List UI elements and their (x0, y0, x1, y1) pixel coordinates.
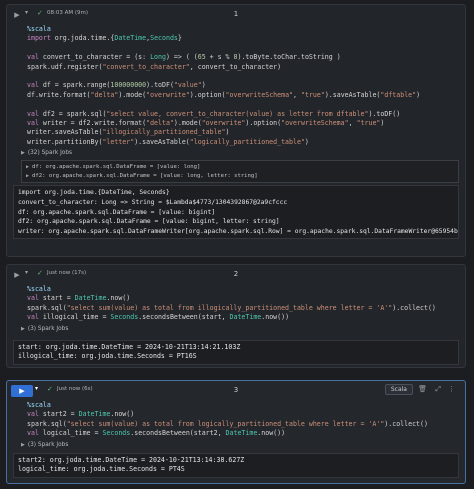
notebook-cell-1[interactable]: ▶ ▾ ✓ 08:03 AM (9m) 1 %scala import org.… (6, 4, 466, 257)
chevron-right-icon: ▶ (26, 164, 30, 171)
cell-output: import org.joda.time.{DateTime, Seconds}… (13, 185, 459, 240)
cell-output: start2: org.joda.time.DateTime = 2024-10… (13, 452, 459, 478)
spark-jobs-toggle[interactable]: ▶ (32) Spark Jobs (7, 147, 465, 158)
spark-jobs-toggle[interactable]: ▶ (3) Spark Jobs (7, 439, 465, 450)
chevron-right-icon: ▶ (21, 441, 25, 448)
code-editor[interactable]: %scala import org.joda.time.{DateTime,Se… (7, 25, 465, 147)
code-editor[interactable]: %scala val start = DateTime.now() spark.… (7, 285, 465, 323)
code-editor[interactable]: %scala val start2 = DateTime.now() spark… (7, 401, 465, 439)
chevron-right-icon: ▶ (26, 172, 30, 179)
spark-jobs-toggle[interactable]: ▶ (3) Spark Jobs (7, 323, 465, 334)
language-selector[interactable]: Scala (384, 384, 413, 395)
cell-header: ▶ ▾ ✓ Just now (17s) 2 (7, 265, 465, 285)
cell-header: ▶ ▾ ✓ 08:03 AM (9m) 1 (7, 5, 465, 25)
cell-number: 1 (233, 10, 239, 18)
cell-output: start: org.joda.time.DateTime = 2024-10-… (13, 339, 459, 365)
trash-icon[interactable]: 🗑 (418, 385, 427, 393)
dataframe-summary: ▶ df: org.apache.spark.sql.DataFrame = [v… (21, 160, 459, 184)
cell-header: ▶ ▾ ✓ Just now (6s) 3 Scala 🗑 ⤢ ⋮ (7, 381, 465, 401)
cell-number: 2 (233, 270, 239, 278)
more-icon[interactable]: ⋮ (448, 385, 455, 393)
dataframe-item[interactable]: ▶ df: org.apache.spark.sql.DataFrame = [v… (26, 163, 454, 172)
chevron-right-icon: ▶ (21, 150, 25, 157)
notebook-cell-3[interactable]: ▶ ▾ ✓ Just now (6s) 3 Scala 🗑 ⤢ ⋮ %scala… (6, 380, 466, 484)
expand-icon[interactable]: ⤢ (435, 385, 441, 394)
chevron-right-icon: ▶ (21, 325, 25, 332)
dataframe-item[interactable]: ▶ df2: org.apache.spark.sql.DataFrame = [… (26, 172, 454, 181)
notebook-cell-2[interactable]: ▶ ▾ ✓ Just now (17s) 2 %scala val start … (6, 264, 466, 368)
